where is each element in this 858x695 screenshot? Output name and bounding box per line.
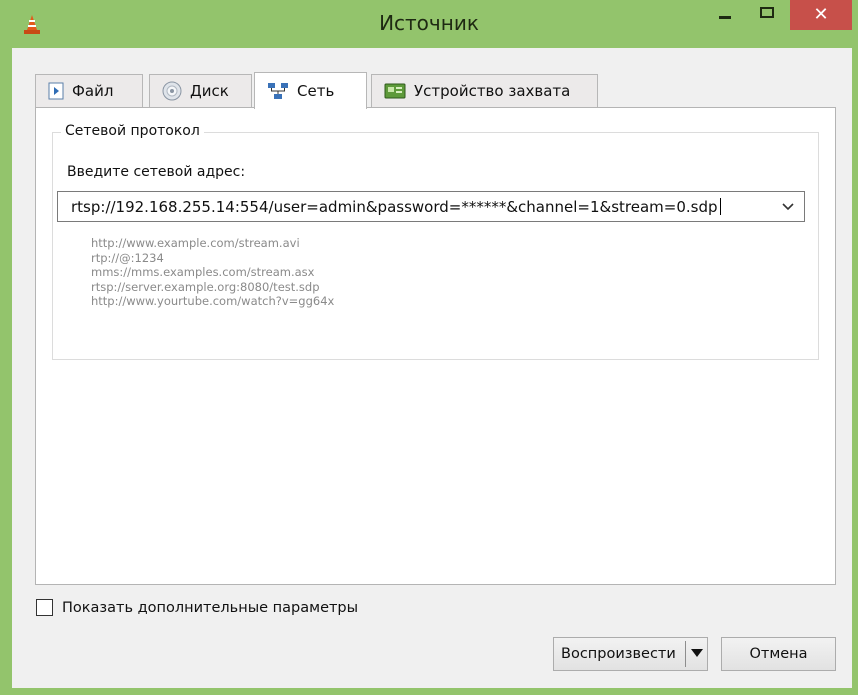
cancel-button[interactable]: Отмена: [721, 637, 836, 671]
network-address-combobox[interactable]: rtsp://192.168.255.14:554/user=admin&pas…: [57, 191, 805, 222]
text-caret: [719, 198, 721, 215]
file-play-icon: [48, 82, 64, 100]
address-example: mms://mms.examples.com/stream.asx: [91, 265, 315, 279]
address-example: rtsp://server.example.org:8080/test.sdp: [91, 279, 320, 294]
address-examples: http://www.example.com/stream.avi rtp://…: [91, 236, 334, 309]
dialog-window: Источник ✕ Файл Диск Сеть Устройство зах…: [0, 0, 858, 695]
address-example: rtp://@:1234: [91, 250, 164, 265]
tab-disc-label: Диск: [190, 82, 229, 100]
tab-disc[interactable]: Диск: [149, 74, 252, 107]
disc-icon: [162, 81, 182, 101]
chevron-down-icon[interactable]: [780, 198, 796, 214]
play-button-label: Воспроизвести: [561, 646, 676, 662]
network-address-label: Введите сетевой адрес:: [67, 164, 246, 180]
close-icon: ✕: [813, 4, 829, 25]
tab-network[interactable]: Сеть: [254, 72, 367, 109]
cancel-button-label: Отмена: [749, 646, 808, 662]
show-more-options-row[interactable]: Показать дополнительные параметры: [36, 599, 358, 616]
tab-file-label: Файл: [72, 82, 114, 100]
maximize-button[interactable]: [748, 0, 788, 30]
network-protocol-group-title: Сетевой протокол: [61, 123, 204, 139]
title-bar[interactable]: Источник ✕: [0, 0, 858, 48]
tab-network-label: Сеть: [297, 82, 335, 100]
capture-device-icon: [384, 83, 406, 99]
network-address-input[interactable]: rtsp://192.168.255.14:554/user=admin&pas…: [71, 198, 721, 216]
play-button[interactable]: Воспроизвести: [553, 637, 708, 671]
split-divider: [685, 641, 686, 667]
network-protocol-group: Сетевой протокол Введите сетевой адрес: …: [52, 123, 819, 360]
close-button[interactable]: ✕: [790, 0, 852, 30]
tab-capture-device[interactable]: Устройство захвата: [371, 74, 598, 107]
network-address-value: rtsp://192.168.255.14:554/user=admin&pas…: [71, 198, 718, 216]
tab-capture-device-label: Устройство захвата: [414, 82, 571, 100]
show-more-options-checkbox[interactable]: [36, 599, 53, 616]
play-dropdown-arrow-icon[interactable]: [691, 649, 703, 657]
network-icon: [268, 83, 288, 99]
network-tab-panel: Сетевой протокол Введите сетевой адрес: …: [35, 107, 836, 585]
show-more-options-label[interactable]: Показать дополнительные параметры: [62, 600, 358, 616]
minimize-button[interactable]: [705, 0, 745, 30]
address-example: http://www.yourtube.com/watch?v=gg64x: [91, 294, 335, 308]
address-example: http://www.example.com/stream.avi: [91, 236, 300, 250]
tab-file[interactable]: Файл: [35, 74, 143, 107]
dialog-client-area: Файл Диск Сеть Устройство захвата Сетево…: [12, 48, 852, 688]
